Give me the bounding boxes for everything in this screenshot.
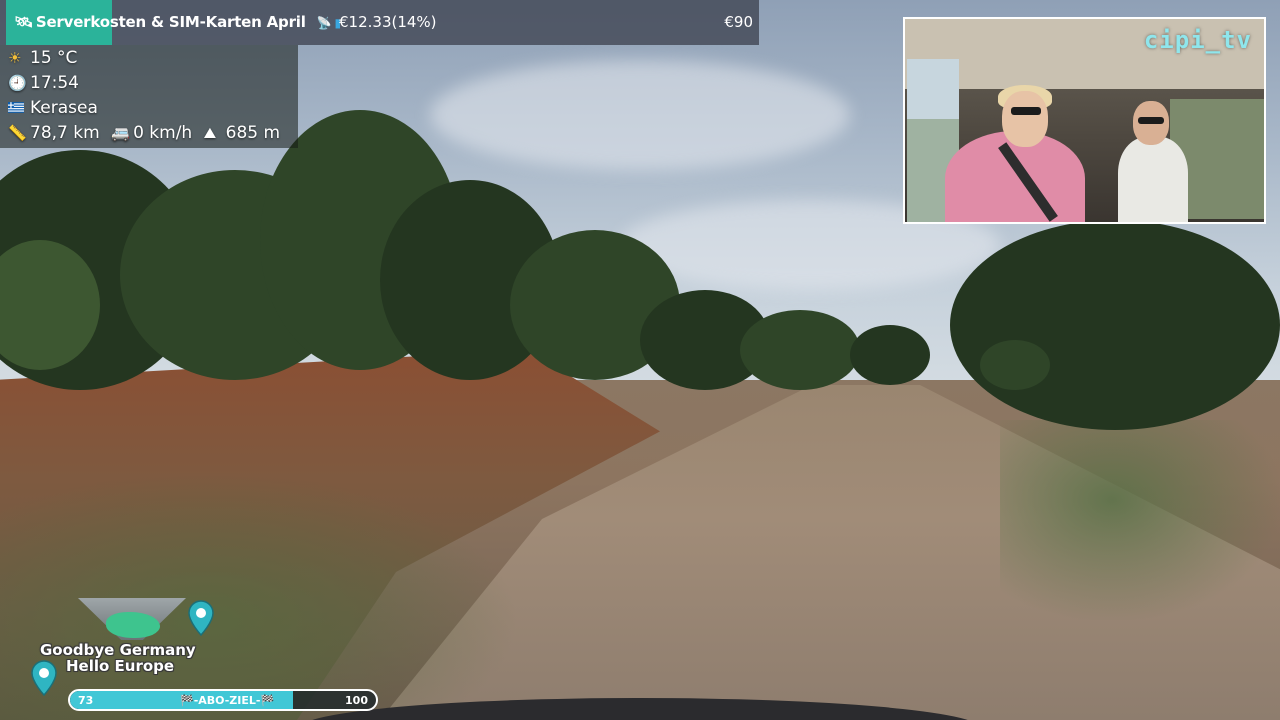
progress-start: 73 (78, 694, 94, 707)
grass-right (1000, 420, 1280, 620)
channel-label: cipi_tv (1143, 26, 1252, 54)
distance-value: 78,7 km (30, 123, 100, 143)
trip-info-overlay: ☀ 15 °C 🕘 17:54 Kerasea 📏 78,7 km 🚐 0 km/h ⛰… (0, 45, 298, 148)
sunglasses (1011, 107, 1041, 115)
donation-goal-banner: 🛰 Serverkosten & SIM-Karten April 📡 ▮ €12.… (0, 0, 759, 45)
location-row: Kerasea (8, 98, 98, 118)
speed-value: 0 km/h (133, 123, 193, 143)
progress-label: 🏁-ABO-ZIEL-🏁 (180, 694, 275, 707)
mountain-icon: ⛰ (203, 124, 217, 142)
greece-flag-icon (8, 99, 30, 117)
van-icon: 🚐 (111, 124, 130, 142)
sun-icon: ☀ (8, 49, 22, 67)
webcam-inset: cipi_tv (903, 17, 1266, 224)
tree (950, 220, 1280, 430)
banner-amount: €12.33(14%) (339, 13, 437, 31)
tree (850, 325, 930, 385)
logo-line2: Hello Europe (66, 657, 175, 675)
banner-title-text: Serverkosten & SIM-Karten April (35, 13, 306, 31)
cloud (430, 60, 850, 170)
time-value: 17:54 (30, 73, 79, 93)
ruler-icon: 📏 (8, 124, 27, 142)
temperature-row: ☀ 15 °C (8, 48, 77, 68)
trip-stats-row: 📏 78,7 km 🚐 0 km/h ⛰ 685 m (8, 123, 280, 143)
tree (980, 340, 1050, 390)
location-pin-icon (188, 600, 214, 636)
temperature-value: 15 °C (30, 48, 78, 68)
europe-map-icon (106, 612, 160, 638)
passenger-head (1002, 91, 1048, 147)
satellite-dish-icon: 📡 (316, 16, 332, 30)
sunglasses (1138, 117, 1164, 124)
grass-left (0, 470, 520, 720)
progress-end: 100 (345, 694, 368, 707)
clock-icon: 🕘 (8, 74, 27, 92)
satellite-icon: 🛰 (14, 13, 33, 31)
banner-goal: €90 (724, 13, 753, 31)
time-row: 🕘 17:54 (8, 73, 79, 93)
banner-title: 🛰 Serverkosten & SIM-Karten April 📡 ▮ (14, 13, 344, 31)
altitude-value: 685 m (225, 123, 281, 143)
location-pin-icon (31, 660, 57, 696)
subscriber-goal-progress: 73 🏁-ABO-ZIEL-🏁 100 (68, 689, 378, 711)
driver (1118, 137, 1188, 222)
tree (740, 310, 860, 390)
location-value: Kerasea (30, 98, 98, 118)
